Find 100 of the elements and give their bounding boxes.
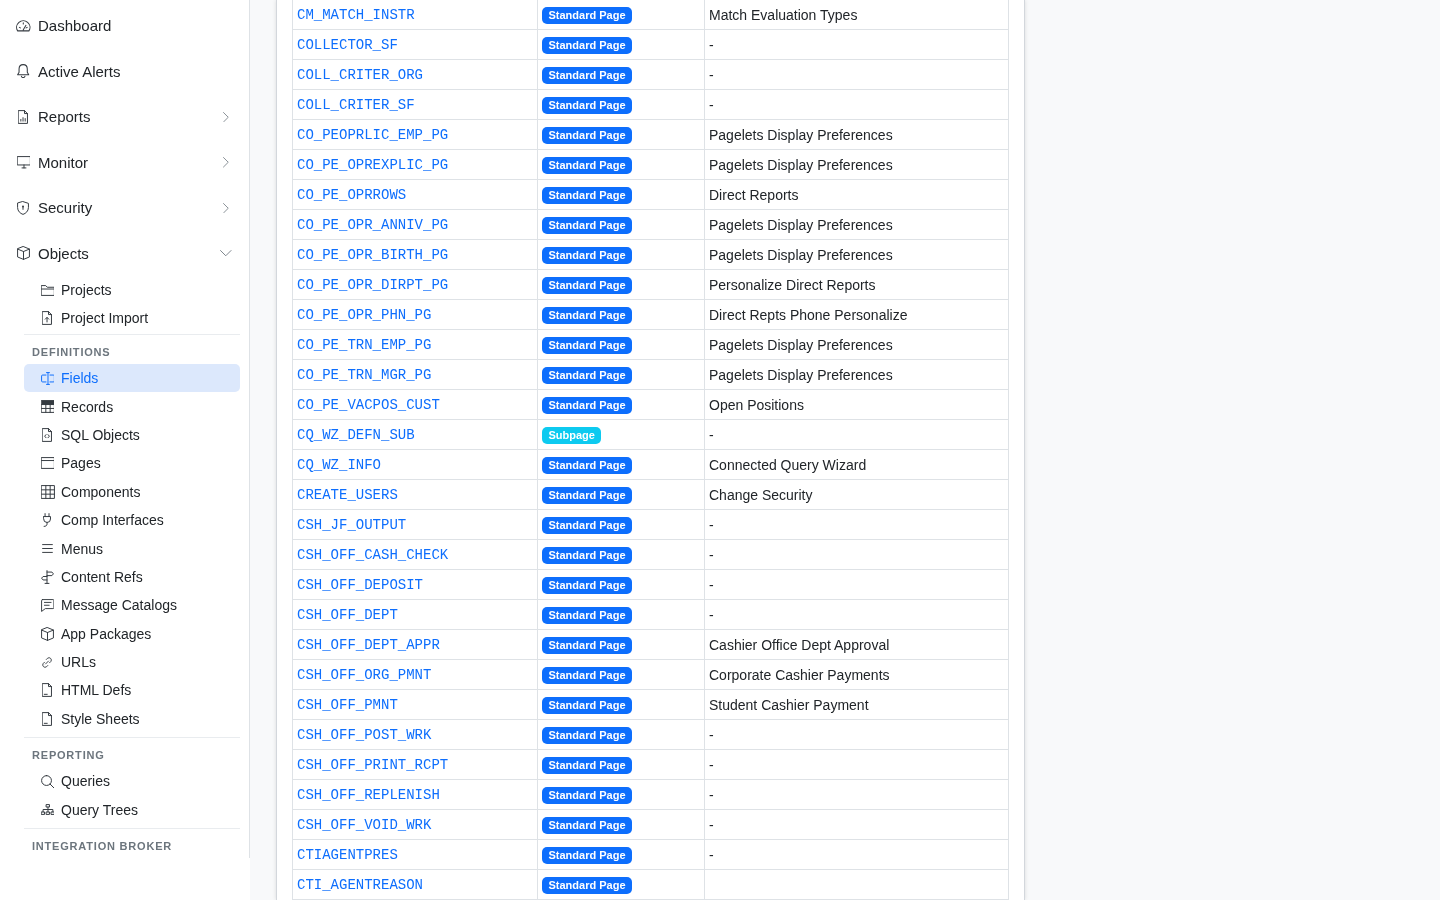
page-type-badge: Standard Page xyxy=(542,7,633,25)
object-name-link[interactable]: CQ_WZ_DEFN_SUB xyxy=(297,427,415,443)
gauge-icon xyxy=(16,20,31,32)
page-type-badge: Standard Page xyxy=(542,607,633,625)
page-type-badge: Standard Page xyxy=(542,667,633,685)
table-cell: Pagelets Display Preferences xyxy=(705,150,1009,180)
object-name-link[interactable]: CO_PE_TRN_MGR_PG xyxy=(297,367,432,383)
object-name-link[interactable]: CO_PE_OPR_DIRPT_PG xyxy=(297,277,449,293)
sidebar-item[interactable]: SQL Objects xyxy=(24,420,240,450)
section-heading: DEFINITIONS xyxy=(31,345,112,360)
object-name-link[interactable]: CO_PE_VACPOS_CUST xyxy=(297,397,440,413)
sidebar-item[interactable]: Message Catalogs xyxy=(24,591,240,620)
table-cell: Change Security xyxy=(705,480,1009,510)
table-cell: Match Evaluation Types xyxy=(705,0,1009,30)
object-name-link[interactable]: CO_PE_TRN_EMP_PG xyxy=(297,337,432,353)
section-heading: INTEGRATION BROKER xyxy=(31,838,174,854)
page-type-badge: Standard Page xyxy=(542,877,633,895)
sidebar-item[interactable]: Active Alerts xyxy=(0,48,249,94)
object-name-link[interactable]: COLLECTOR_SF xyxy=(297,37,398,53)
sidebar-item[interactable]: Fields xyxy=(24,364,240,393)
sidebar-item[interactable]: URLs xyxy=(24,647,240,677)
object-name-link[interactable]: CO_PE_OPR_PHN_PG xyxy=(297,307,432,323)
page-type-badge: Standard Page xyxy=(542,727,633,745)
sidebar-item[interactable]: Queries xyxy=(24,767,240,796)
sidebar-item[interactable]: App Packages xyxy=(24,619,240,648)
table-cell: - xyxy=(705,780,1009,810)
sidebar-item[interactable]: HTML Defs xyxy=(24,676,240,705)
page-type-badge: Standard Page xyxy=(542,187,633,205)
page-type-badge: Standard Page xyxy=(542,67,633,85)
object-name-link[interactable]: CSH_OFF_DEPT xyxy=(297,607,398,623)
object-name-link[interactable]: COLL_CRITER_SF xyxy=(297,97,415,113)
text-cursor-icon xyxy=(40,371,55,385)
page-type-badge: Standard Page xyxy=(542,217,633,235)
page-type-badge: Standard Page xyxy=(542,307,633,325)
plug-icon xyxy=(43,513,52,528)
table-cell: - xyxy=(705,60,1009,90)
sidebar-item[interactable]: Records xyxy=(24,392,240,421)
page-type-badge: Standard Page xyxy=(542,337,633,355)
file-chart-icon xyxy=(18,109,29,124)
page-type-badge: Standard Page xyxy=(542,457,633,475)
object-name-link[interactable]: CO_PE_OPR_BIRTH_PG xyxy=(297,247,449,263)
page-type-badge: Standard Page xyxy=(542,367,633,385)
table-cell: Personalize Direct Reports xyxy=(705,270,1009,300)
monitor-icon xyxy=(16,156,31,169)
object-name-link[interactable]: CTI_AGENTREASON xyxy=(297,877,424,893)
file-icon xyxy=(42,683,53,698)
table-cell: - xyxy=(705,30,1009,60)
page-type-badge: Standard Page xyxy=(542,787,633,805)
object-name-link[interactable]: CO_PE_OPREXPLIC_PG xyxy=(297,157,449,173)
object-name-link[interactable]: CREATE_USERS xyxy=(297,487,398,503)
sidebar-item[interactable]: Monitor xyxy=(0,139,249,185)
sidebar-item[interactable]: Style Sheets xyxy=(24,704,240,734)
sidebar-item[interactable]: Components xyxy=(24,477,240,506)
sidebar-item[interactable]: Menus xyxy=(24,534,240,563)
file-code-icon xyxy=(42,427,53,442)
page-type-badge: Standard Page xyxy=(542,487,633,505)
object-name-link[interactable]: CQ_WZ_INFO xyxy=(297,457,381,473)
shield-icon xyxy=(17,200,30,215)
object-name-link[interactable]: CSH_OFF_VOID_WRK xyxy=(297,817,432,833)
object-name-link[interactable]: CSH_OFF_REPLENISH xyxy=(297,787,440,803)
object-name-link[interactable]: CSH_OFF_DEPOSIT xyxy=(297,577,424,593)
search-icon xyxy=(40,774,55,788)
sidebar-item[interactable]: Content Refs xyxy=(24,562,240,592)
object-name-link[interactable]: CM_MATCH_INSTR xyxy=(297,7,415,23)
object-name-link[interactable]: CSH_OFF_DEPT_APPR xyxy=(297,637,440,653)
object-name-link[interactable]: CSH_OFF_PMNT xyxy=(297,697,398,713)
object-name-link[interactable]: COLL_CRITER_ORG xyxy=(297,67,424,83)
object-name-link[interactable]: CSH_OFF_PRINT_RCPT xyxy=(297,757,449,773)
object-name-link[interactable]: CO_PE_OPR_ANNIV_PG xyxy=(297,217,449,233)
object-name-link[interactable]: CO_PE_OPRROWS xyxy=(297,187,407,203)
object-name-link[interactable]: CSH_JF_OUTPUT xyxy=(297,517,407,533)
object-name-link[interactable]: CSH_OFF_CASH_CHECK xyxy=(297,547,449,563)
list-icon xyxy=(42,544,53,554)
box-icon xyxy=(17,246,30,261)
sidebar-item[interactable]: Query Trees xyxy=(24,795,240,824)
sidebar-item[interactable]: Reports xyxy=(0,94,249,140)
sidebar-item[interactable]: Dashboard xyxy=(0,3,249,49)
sidebar-item[interactable]: Security xyxy=(0,185,249,231)
page-type-badge: Standard Page xyxy=(542,817,633,835)
table-cell: Pagelets Display Preferences xyxy=(705,330,1009,360)
table-cell: Pagelets Display Preferences xyxy=(705,210,1009,240)
table-cell: - xyxy=(705,570,1009,600)
table-cell: Student Cashier Payment xyxy=(705,690,1009,720)
sidebar-item[interactable]: Comp Interfaces xyxy=(24,505,240,535)
object-name-link[interactable]: CSH_OFF_POST_WRK xyxy=(297,727,432,743)
object-name-link[interactable]: CO_PEOPRLIC_EMP_PG xyxy=(297,127,449,143)
object-name-link[interactable]: CTIAGENTPRES xyxy=(297,847,398,863)
sidebar-item[interactable]: Objects xyxy=(0,230,249,276)
table-cell: - xyxy=(705,420,1009,450)
object-name-link[interactable]: CSH_OFF_ORG_PMNT xyxy=(297,667,432,683)
table-cell: Pagelets Display Preferences xyxy=(705,240,1009,270)
sidebar-item[interactable]: Projects xyxy=(24,276,241,304)
box-icon xyxy=(41,626,54,641)
page-type-badge: Standard Page xyxy=(542,577,633,595)
page-type-badge: Standard Page xyxy=(542,277,633,295)
table-cell: - xyxy=(705,720,1009,750)
sidebar-item[interactable]: Project Import xyxy=(24,304,241,332)
page-type-badge: Standard Page xyxy=(542,157,633,175)
sidebar-item[interactable]: Pages xyxy=(24,449,240,478)
page-type-badge: Standard Page xyxy=(542,847,633,865)
